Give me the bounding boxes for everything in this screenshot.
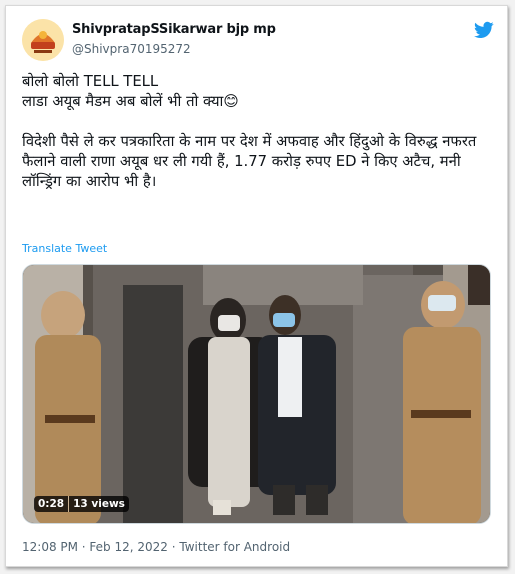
tweet-timestamp[interactable]: 12:08 PM · Feb 12, 2022 · Twitter for An…: [22, 540, 290, 554]
video-views: 13 views: [69, 496, 129, 512]
video-duration: 0:28: [34, 496, 69, 512]
video-player[interactable]: 0:28 13 views: [22, 264, 491, 524]
translate-tweet-link[interactable]: Translate Tweet: [22, 242, 107, 255]
tweet-text: बोलो बोलो TELL TELL लाडा अयूब मैडम अब बो…: [22, 73, 477, 190]
user-handle[interactable]: @Shivpra70195272: [72, 42, 191, 56]
avatar-logo-icon: [22, 19, 64, 61]
display-name[interactable]: ShivpratapSSikarwar bjp mp: [72, 22, 276, 37]
avatar[interactable]: [22, 19, 64, 61]
video-stats: 0:28 13 views: [34, 496, 129, 512]
video-thumbnail: [23, 265, 490, 523]
twitter-bird-icon: [474, 21, 494, 38]
tweet-card: ShivpratapSSikarwar bjp mp @Shivpra70195…: [5, 5, 508, 567]
